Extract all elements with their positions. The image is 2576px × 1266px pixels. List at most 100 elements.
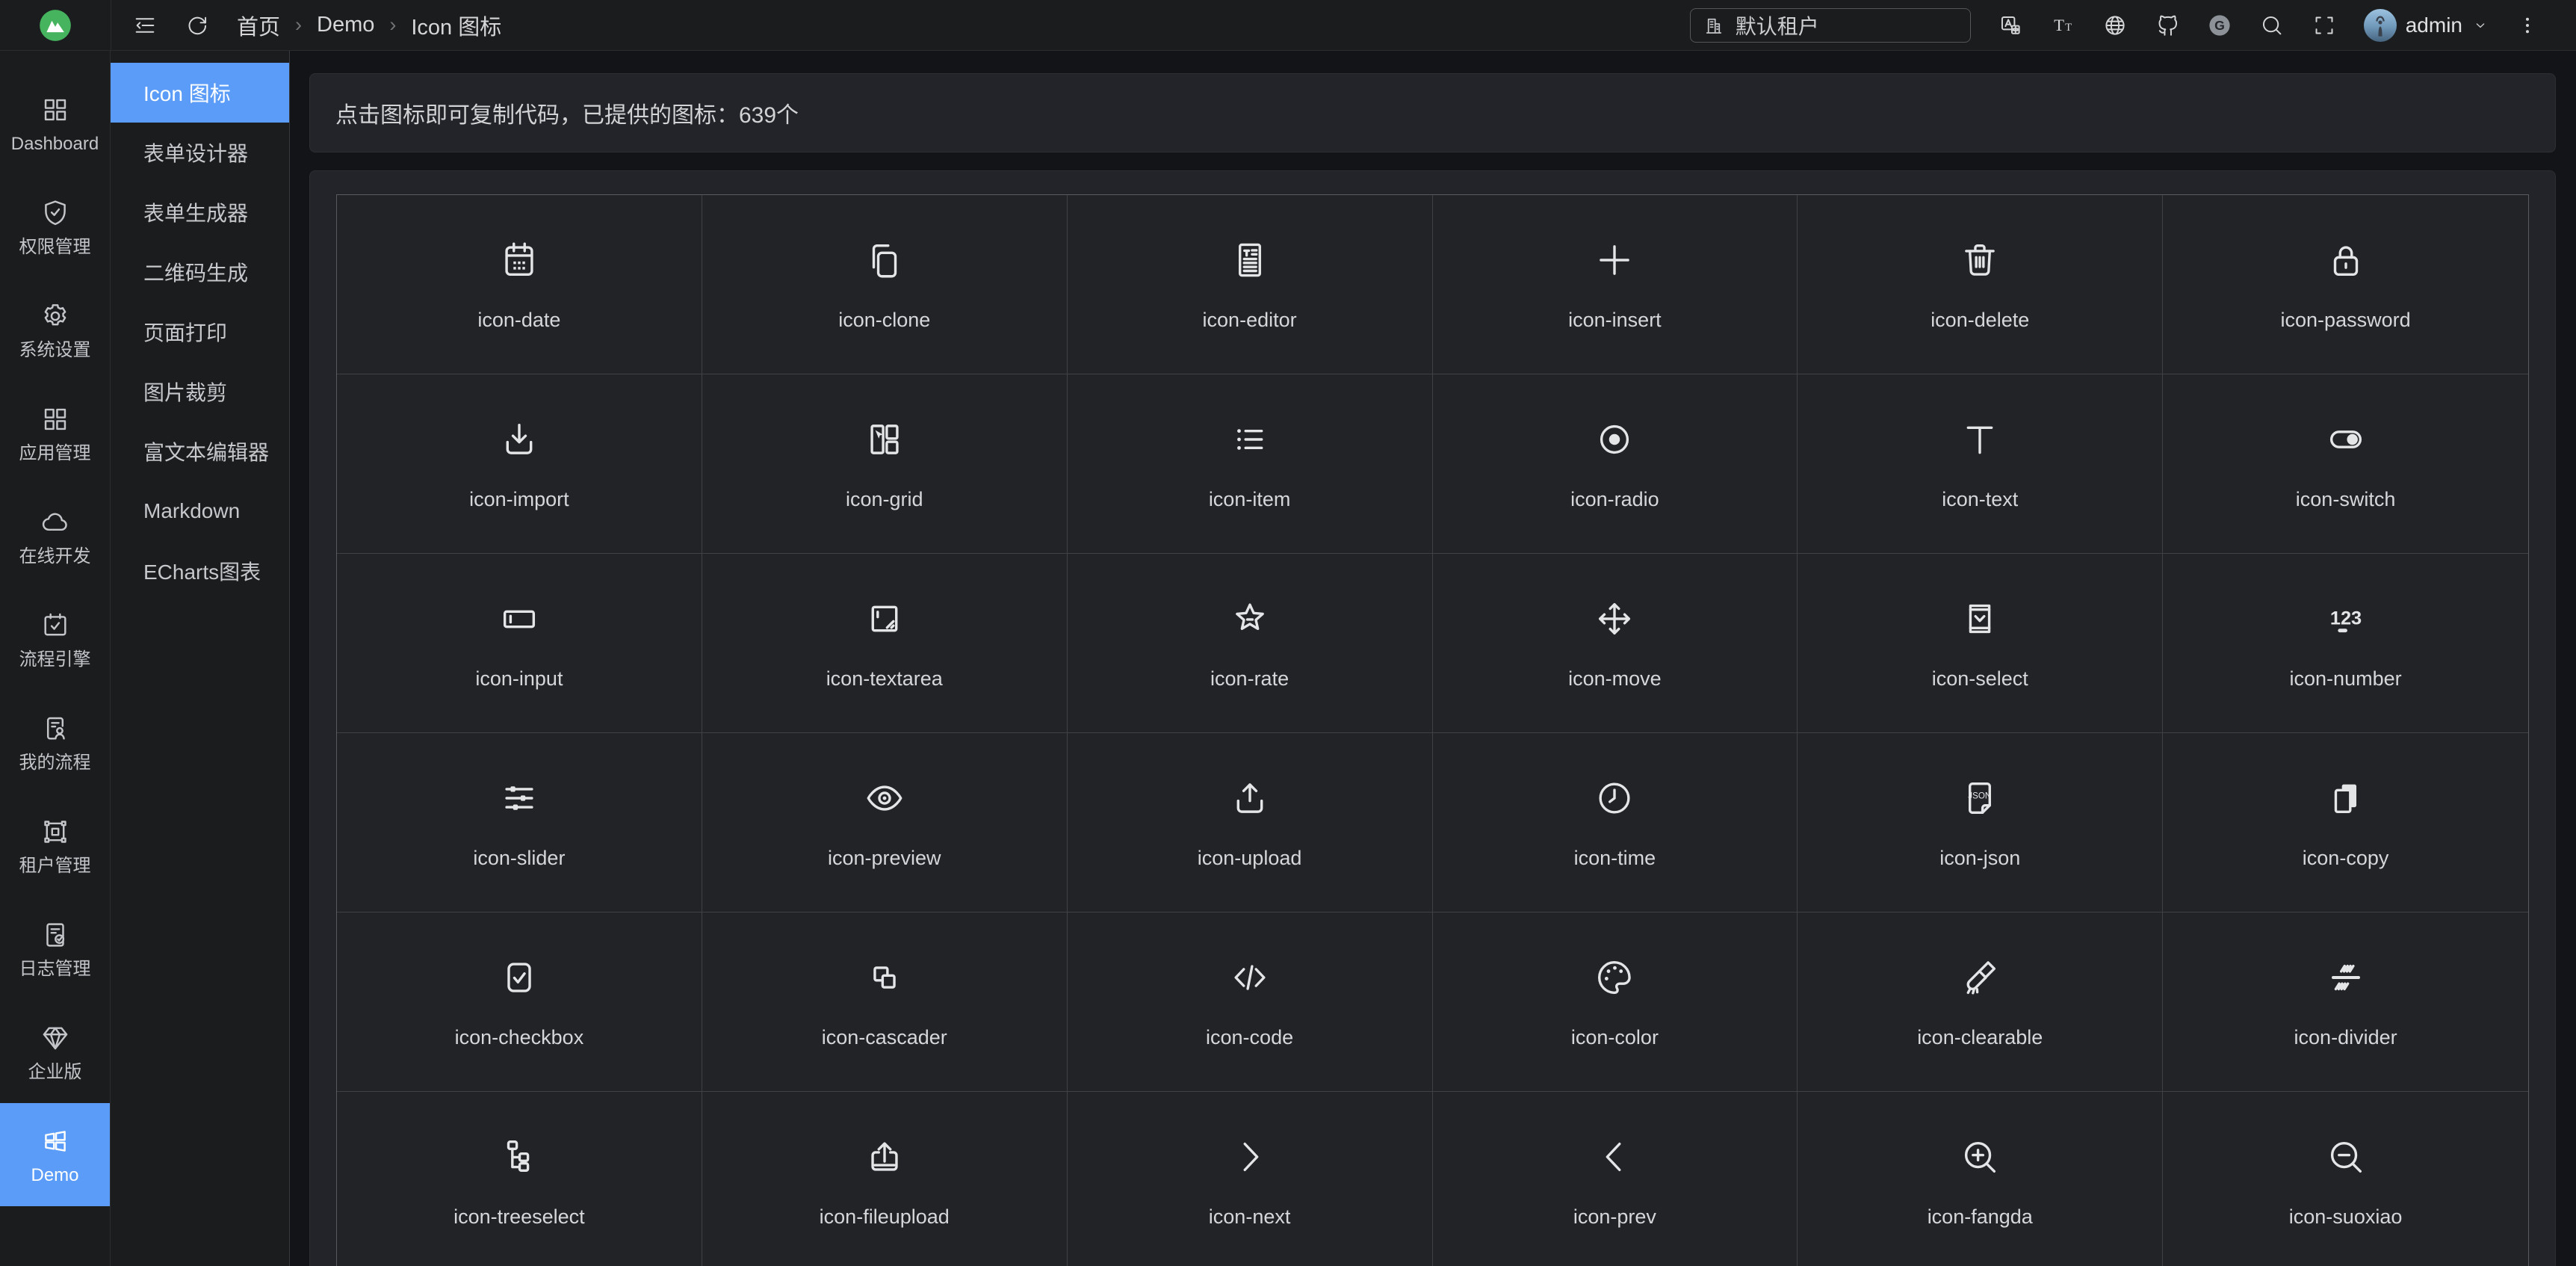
icon-cell-icon-preview[interactable]: icon-preview: [702, 733, 1068, 913]
submenu-item-form-generator[interactable]: 表单生成器: [111, 182, 289, 242]
icon-cell-icon-password[interactable]: icon-password: [2163, 195, 2528, 374]
icon-cell-icon-number[interactable]: 123 icon-number: [2163, 554, 2528, 733]
icon-cell-icon-upload[interactable]: icon-upload: [1068, 733, 1433, 913]
icon-cell-icon-fangda[interactable]: icon-fangda: [1798, 1092, 2163, 1266]
sidebar-item-my-flow[interactable]: 我的流程: [0, 691, 110, 794]
textarea-icon: [863, 597, 906, 640]
topbar-actions: 默认租户 TT G admin: [1690, 8, 2555, 43]
icon-cell-icon-select[interactable]: icon-select: [1798, 554, 2163, 733]
icon-cell-icon-radio[interactable]: icon-radio: [1433, 374, 1798, 554]
icon-cell-icon-color[interactable]: icon-color: [1433, 913, 1798, 1092]
icon-cell-icon-textarea[interactable]: icon-textarea: [702, 554, 1068, 733]
sidebar-item-apps[interactable]: 应用管理: [0, 381, 110, 484]
submenu-item-icon[interactable]: Icon 图标: [111, 63, 289, 123]
grid-icon: [863, 418, 906, 461]
sidebar-item-tenant[interactable]: 租户管理: [0, 794, 110, 897]
icon-cell-icon-insert[interactable]: icon-insert: [1433, 195, 1798, 374]
avatar: [2364, 9, 2397, 42]
icon-cell-icon-divider[interactable]: icon-divider: [2163, 913, 2528, 1092]
kebab-menu-icon[interactable]: [2516, 14, 2539, 37]
icon-cell-label: icon-switch: [2296, 490, 2396, 510]
icon-cell-icon-slider[interactable]: icon-slider: [337, 733, 702, 913]
icon-cell-icon-json[interactable]: JSON icon-json: [1798, 733, 2163, 913]
submenu-item-markdown[interactable]: Markdown: [111, 481, 289, 541]
icon-cell-icon-grid[interactable]: icon-grid: [702, 374, 1068, 554]
submenu-item-qrcode[interactable]: 二维码生成: [111, 242, 289, 302]
icon-cell-icon-text[interactable]: icon-text: [1798, 374, 2163, 554]
tip-card: 点击图标即可复制代码，已提供的图标：639个: [309, 73, 2556, 152]
icon-cell-icon-time[interactable]: icon-time: [1433, 733, 1798, 913]
icon-cell-icon-cascader[interactable]: icon-cascader: [702, 913, 1068, 1092]
submenu-item-label: 富文本编辑器: [143, 436, 269, 466]
sidebar-item-system[interactable]: 系统设置: [0, 278, 110, 381]
icon-cell-icon-delete[interactable]: icon-delete: [1798, 195, 2163, 374]
icon-cell-icon-treeselect[interactable]: icon-treeselect: [337, 1092, 702, 1266]
icon-cell-label: icon-prev: [1573, 1207, 1656, 1227]
logs-icon: [40, 919, 71, 951]
import-icon: [498, 418, 541, 461]
icon-cell-icon-editor[interactable]: icon-editor: [1068, 195, 1433, 374]
sidebar-item-permission[interactable]: 权限管理: [0, 175, 110, 278]
tenant-select[interactable]: 默认租户: [1690, 8, 1971, 43]
icon-cell-icon-checkbox[interactable]: icon-checkbox: [337, 913, 702, 1092]
sidebar-item-logs[interactable]: 日志管理: [0, 897, 110, 1000]
breadcrumb-demo[interactable]: Demo: [317, 13, 374, 37]
icon-cell-label: icon-clearable: [1917, 1028, 2043, 1048]
icon-cell-icon-clearable[interactable]: icon-clearable: [1798, 913, 2163, 1092]
cloud-icon: [40, 507, 71, 538]
icon-cell-icon-suoxiao[interactable]: icon-suoxiao: [2163, 1092, 2528, 1266]
sidebar-item-dashboard[interactable]: Dashboard: [0, 72, 110, 175]
submenu-item-richtext[interactable]: 富文本编辑器: [111, 422, 289, 481]
globe-icon[interactable]: [2102, 13, 2128, 38]
input-icon: [498, 597, 541, 640]
icon-cell-icon-clone[interactable]: icon-clone: [702, 195, 1068, 374]
submenu-item-echarts[interactable]: ECharts图表: [111, 541, 289, 601]
icon-cell-icon-date[interactable]: icon-date: [337, 195, 702, 374]
icon-cell-icon-switch[interactable]: icon-switch: [2163, 374, 2528, 554]
icon-cell-label: icon-time: [1574, 848, 1656, 868]
refresh-icon[interactable]: [185, 13, 210, 38]
tenant-value: 默认租户: [1736, 10, 1819, 40]
submenu-item-form-designer[interactable]: 表单设计器: [111, 123, 289, 182]
breadcrumb-home[interactable]: 首页: [237, 10, 280, 41]
move-icon: [1593, 597, 1636, 640]
font-size-icon[interactable]: TT: [2050, 13, 2075, 38]
icon-cell-label: icon-treeselect: [453, 1207, 585, 1227]
sidebar-item-label: Dashboard: [11, 135, 99, 153]
icon-cell-label: icon-color: [1571, 1028, 1659, 1048]
icon-cell-icon-item[interactable]: icon-item: [1068, 374, 1433, 554]
icon-cell-icon-move[interactable]: icon-move: [1433, 554, 1798, 733]
translate-icon[interactable]: [1998, 13, 2023, 38]
logo-box[interactable]: [0, 0, 111, 50]
icon-cell-label: icon-cascader: [822, 1028, 947, 1048]
icon-cell-icon-rate[interactable]: icon-rate: [1068, 554, 1433, 733]
icon-cell-icon-prev[interactable]: icon-prev: [1433, 1092, 1798, 1266]
sidebar-item-online-dev[interactable]: 在线开发: [0, 484, 110, 587]
icon-cell-label: icon-code: [1206, 1028, 1293, 1048]
fullscreen-icon[interactable]: [2312, 13, 2337, 38]
tip-text: 点击图标即可复制代码，已提供的图标：639个: [335, 96, 799, 129]
github-icon[interactable]: [2155, 13, 2180, 38]
icon-cell-icon-input[interactable]: icon-input: [337, 554, 702, 733]
sidebar-item-label: 系统设置: [19, 342, 91, 359]
submenu-item-crop[interactable]: 图片裁剪: [111, 362, 289, 422]
icon-cell-label: icon-input: [475, 669, 563, 689]
sidebar-item-workflow[interactable]: 流程引擎: [0, 587, 110, 691]
icon-cell-icon-code[interactable]: icon-code: [1068, 913, 1433, 1092]
gitee-icon[interactable]: G: [2207, 13, 2232, 38]
icon-grid: icon-date icon-clone icon-editor icon-in…: [336, 194, 2529, 1266]
icon-cell-icon-copy[interactable]: icon-copy: [2163, 733, 2528, 913]
sidebar-item-enterprise[interactable]: 企业版: [0, 1000, 110, 1103]
icon-cell-icon-import[interactable]: icon-import: [337, 374, 702, 554]
breadcrumb-current: Icon 图标: [411, 10, 501, 41]
collapse-sidebar-icon[interactable]: [132, 13, 158, 38]
search-icon[interactable]: [2259, 13, 2285, 38]
submenu-item-label: ECharts图表: [143, 556, 261, 586]
icon-cell-icon-fileupload[interactable]: icon-fileupload: [702, 1092, 1068, 1266]
submenu-item-print[interactable]: 页面打印: [111, 302, 289, 362]
submenu-item-label: 表单生成器: [143, 197, 248, 227]
icon-cell-icon-next[interactable]: icon-next: [1068, 1092, 1433, 1266]
sidebar-item-demo[interactable]: Demo: [0, 1103, 110, 1206]
switch-icon: [2324, 418, 2368, 461]
user-menu[interactable]: admin: [2364, 9, 2489, 42]
